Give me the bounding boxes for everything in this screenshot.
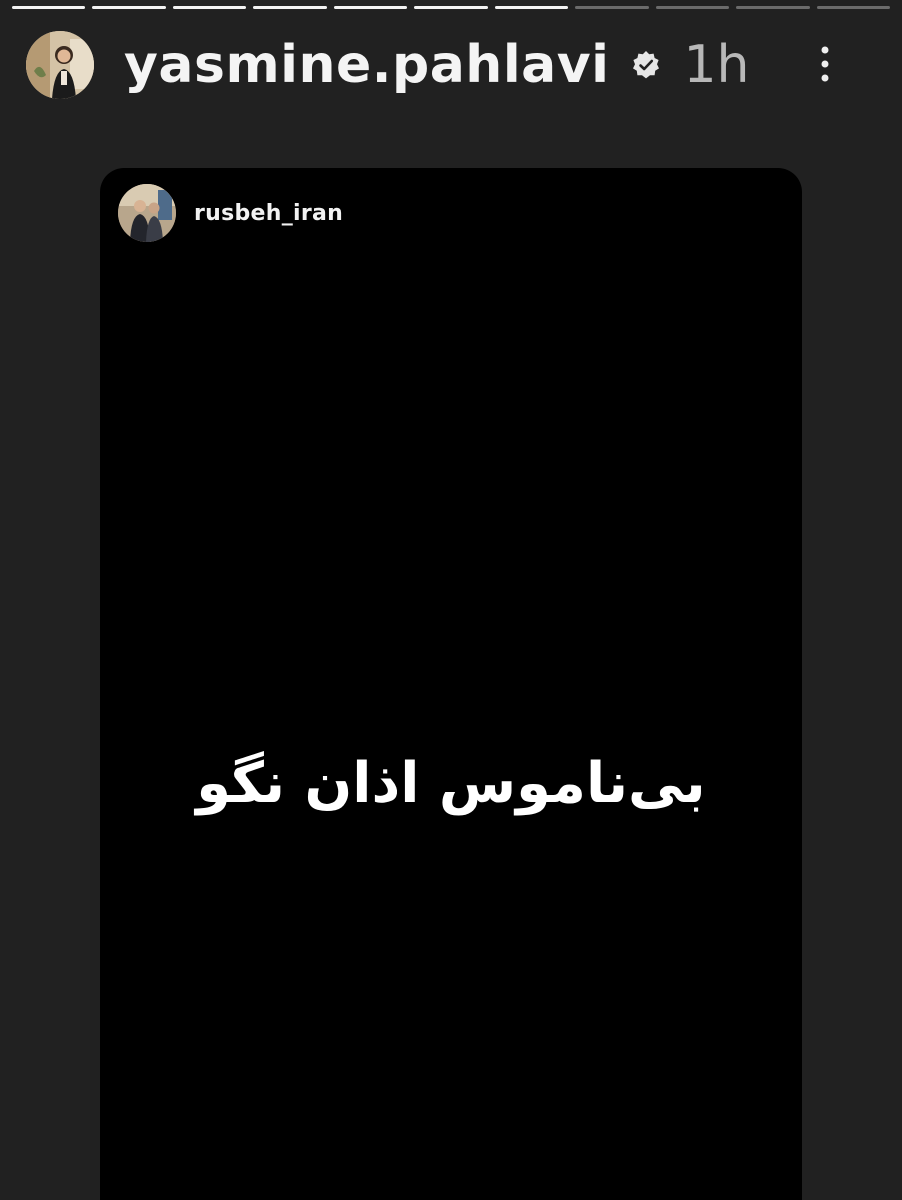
progress-segment xyxy=(172,6,247,9)
story-progress-bar xyxy=(12,6,890,10)
story-viewer: yasmine.pahlavi 1h xyxy=(0,0,902,1200)
shared-post-card[interactable]: rusbeh_iran بی‌ناموس اذان نگو xyxy=(100,168,802,1200)
progress-segment xyxy=(575,6,649,9)
story-username[interactable]: yasmine.pahlavi xyxy=(124,39,609,91)
progress-segment xyxy=(494,6,569,9)
progress-segment xyxy=(333,6,408,9)
progress-segment xyxy=(414,6,488,9)
shared-post-text: بی‌ناموس اذان نگو xyxy=(196,751,706,816)
shared-post-username[interactable]: rusbeh_iran xyxy=(194,201,343,226)
story-timestamp: 1h xyxy=(683,35,750,95)
shared-post-avatar[interactable] xyxy=(118,184,176,242)
profile-photo-icon xyxy=(118,184,176,242)
progress-segment xyxy=(655,6,730,9)
progress-segment xyxy=(253,6,327,9)
story-header: yasmine.pahlavi 1h xyxy=(26,30,872,100)
profile-photo-icon xyxy=(26,31,94,99)
profile-avatar[interactable] xyxy=(26,31,94,99)
progress-segment xyxy=(92,6,166,9)
verified-badge-icon xyxy=(633,51,660,79)
progress-segment xyxy=(12,6,86,9)
progress-segment xyxy=(816,6,890,9)
more-vertical-icon[interactable] xyxy=(818,44,832,84)
progress-segment xyxy=(736,6,810,9)
shared-post-header[interactable]: rusbeh_iran xyxy=(118,184,343,242)
